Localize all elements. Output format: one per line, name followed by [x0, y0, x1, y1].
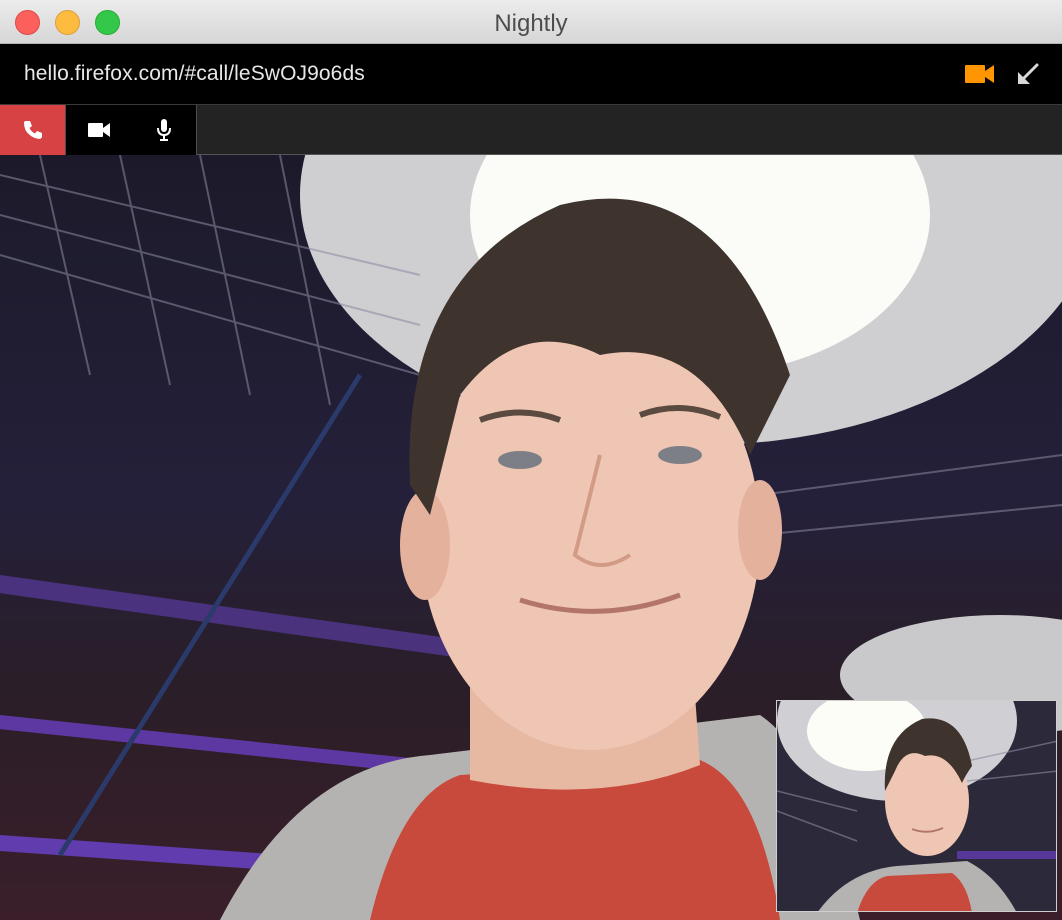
- microphone-icon: [156, 119, 171, 141]
- call-url-bar: hello.firefox.com/#call/leSwOJ9o6ds: [0, 44, 1062, 105]
- mute-audio-button[interactable]: [131, 105, 197, 155]
- loop-conversation-window: Nightly hello.firefox.com/#call/leSwOJ9o…: [0, 0, 1062, 920]
- local-video-stream: [776, 700, 1057, 912]
- hangup-icon: [23, 121, 42, 139]
- mute-video-button[interactable]: [66, 105, 132, 155]
- video-camera-icon[interactable]: [964, 62, 996, 86]
- conversation-toolbar: [0, 105, 1062, 155]
- video-camera-icon: [87, 123, 110, 137]
- call-url[interactable]: hello.firefox.com/#call/leSwOJ9o6ds: [24, 62, 365, 86]
- hangup-button[interactable]: [0, 105, 66, 155]
- shrink-arrow-icon[interactable]: [1015, 61, 1041, 87]
- title-bar: Nightly: [0, 0, 1062, 44]
- window-title: Nightly: [494, 10, 568, 37]
